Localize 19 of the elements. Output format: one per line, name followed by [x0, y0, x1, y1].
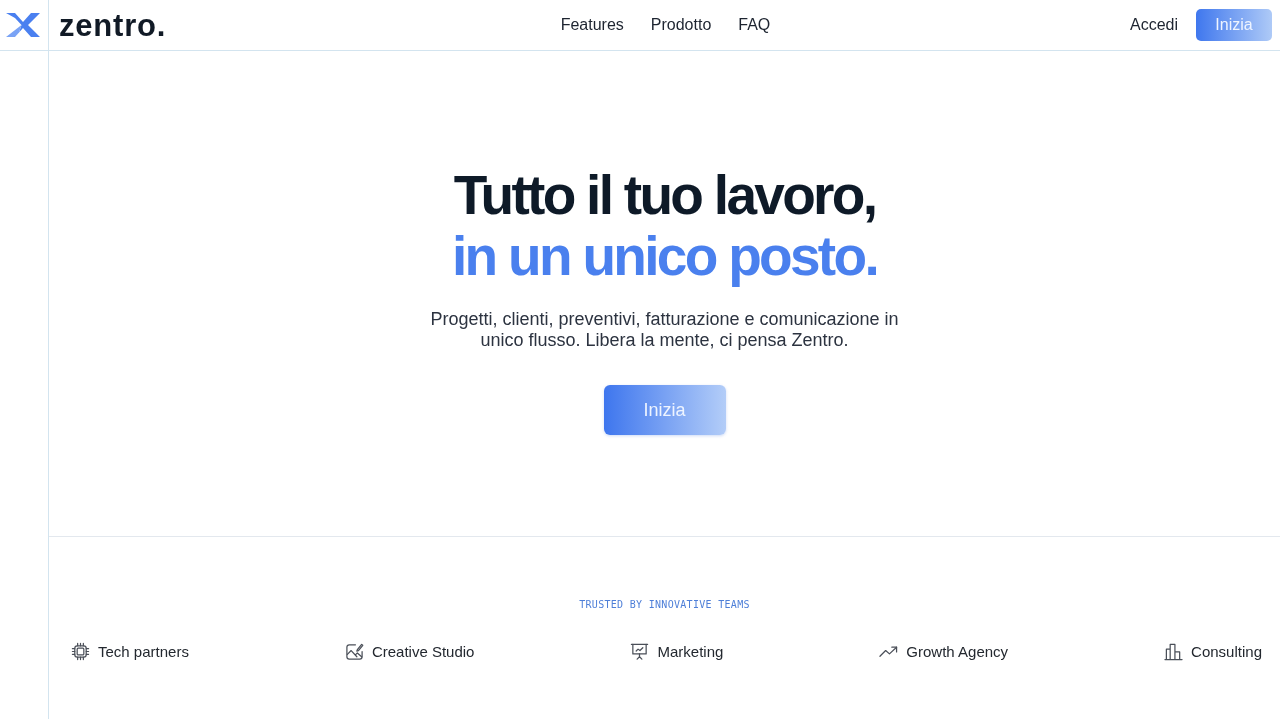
logo-wordmark[interactable]: zentro.: [59, 9, 167, 41]
nav-link[interactable]: FAQ: [738, 16, 771, 34]
chip-icon: [71, 642, 90, 661]
partner-name: Marketing: [657, 643, 724, 660]
hero-title-accent: in un unico posto.: [452, 226, 877, 287]
hero-subtitle: Progetti, clienti, preventivi, fatturazione e comunicazione in unico flusso. Libera la mente, ci pensa Zentro.: [429, 309, 900, 351]
image-pencil-icon: [344, 642, 364, 661]
partner-name: Growth Agency: [906, 643, 1009, 660]
trusted-heading: TRUSTED BY INNOVATIVE TEAMS: [579, 598, 750, 612]
partner-name: Creative Studio: [371, 643, 475, 660]
x-logo-icon: [5, 13, 41, 37]
hero-title: Tutto il tuo lavoro,: [453, 165, 876, 226]
presentation-board-icon: [630, 642, 650, 661]
partner-name: Consulting: [1191, 643, 1262, 660]
nav-link[interactable]: Prodotto: [650, 16, 712, 34]
nav-link[interactable]: Features: [560, 16, 624, 34]
bar-chart-icon: [1164, 642, 1184, 661]
login-link[interactable]: Accedi: [1129, 16, 1178, 34]
partner-name: Tech partners: [98, 643, 189, 660]
